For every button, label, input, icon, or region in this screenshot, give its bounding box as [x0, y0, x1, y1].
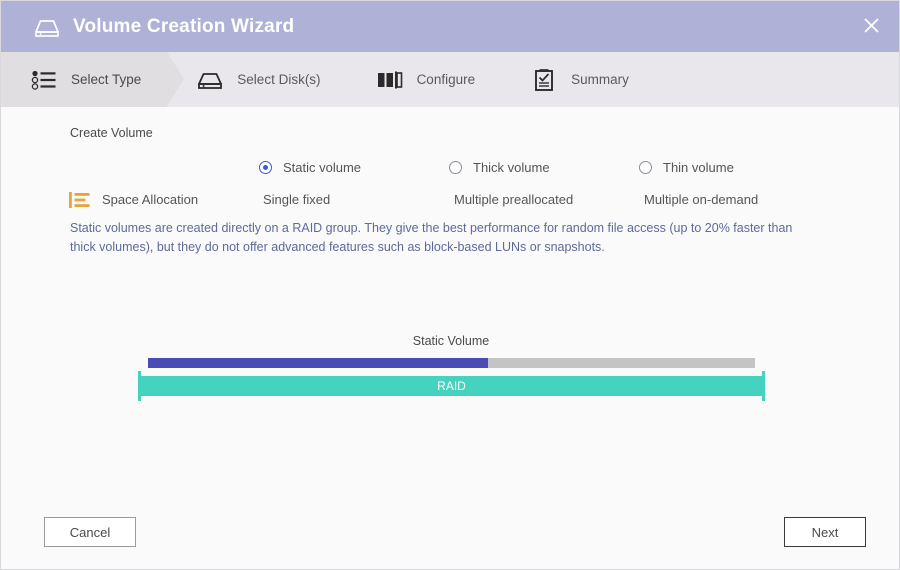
cancel-button[interactable]: Cancel — [44, 517, 136, 547]
page-title: Create Volume — [70, 126, 153, 140]
list-select-icon — [29, 67, 59, 93]
blocks-icon — [375, 67, 405, 93]
radio-indicator — [449, 161, 462, 174]
radio-indicator — [639, 161, 652, 174]
radio-indicator — [259, 161, 272, 174]
radio-static-volume[interactable]: Static volume — [259, 160, 361, 175]
raid-bar-label: RAID — [437, 379, 466, 393]
space-allocation-icon — [69, 191, 91, 209]
space-allocation-label: Space Allocation — [102, 192, 199, 207]
volume-diagram: Static Volume RAID — [1, 329, 899, 419]
volume-type-description: Static volumes are created directly on a… — [70, 221, 793, 254]
window-title: Volume Creation Wizard — [73, 15, 295, 37]
radio-label: Static volume — [283, 160, 362, 175]
window-titlebar: Volume Creation Wizard — [1, 1, 899, 52]
volume-capacity-track — [148, 358, 755, 368]
nas-drive-icon — [33, 16, 61, 38]
wizard-content: Create Volume Static volume Thick volume… — [1, 107, 899, 569]
step-label: Configure — [416, 72, 476, 87]
step-configure[interactable]: Configure — [347, 52, 502, 107]
step-select-disks[interactable]: Select Disk(s) — [167, 52, 346, 107]
clipboard-check-icon — [529, 67, 559, 93]
diagram-caption: Static Volume — [412, 334, 490, 348]
step-label: Summary — [571, 72, 629, 87]
raid-bar: RAID — [138, 376, 765, 396]
next-button[interactable]: Next — [784, 517, 866, 547]
volume-type-radio-group: Static volume Thick volume Thin volume — [1, 160, 899, 182]
step-summary[interactable]: Summary — [501, 52, 655, 107]
allocation-value-thin: Multiple on-demand — [644, 192, 759, 207]
radio-thin-volume[interactable]: Thin volume — [639, 160, 734, 175]
volume-creation-wizard-window: Volume Creation Wizard Select Type Selec… — [0, 0, 900, 570]
step-label: Select Disk(s) — [237, 72, 321, 87]
close-icon[interactable] — [855, 9, 887, 41]
step-select-type[interactable]: Select Type — [1, 52, 185, 107]
nas-drive-icon — [195, 67, 225, 93]
radio-label: Thick volume — [473, 160, 550, 175]
allocation-value-thick: Multiple preallocated — [454, 192, 574, 207]
step-label: Select Type — [71, 72, 142, 87]
radio-label: Thin volume — [663, 160, 734, 175]
volume-capacity-fill — [148, 358, 488, 368]
allocation-value-static: Single fixed — [263, 192, 331, 207]
radio-thick-volume[interactable]: Thick volume — [449, 160, 550, 175]
space-allocation-row: Space Allocation Single fixed Multiple p… — [1, 189, 899, 213]
wizard-steps: Select Type Select Disk(s) Configure Sum… — [1, 52, 899, 107]
